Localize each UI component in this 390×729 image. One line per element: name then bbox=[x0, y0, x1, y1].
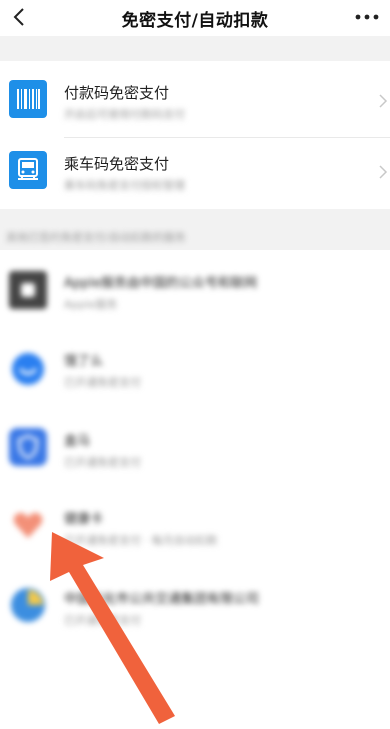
annotation-arrow-icon bbox=[50, 532, 175, 724]
